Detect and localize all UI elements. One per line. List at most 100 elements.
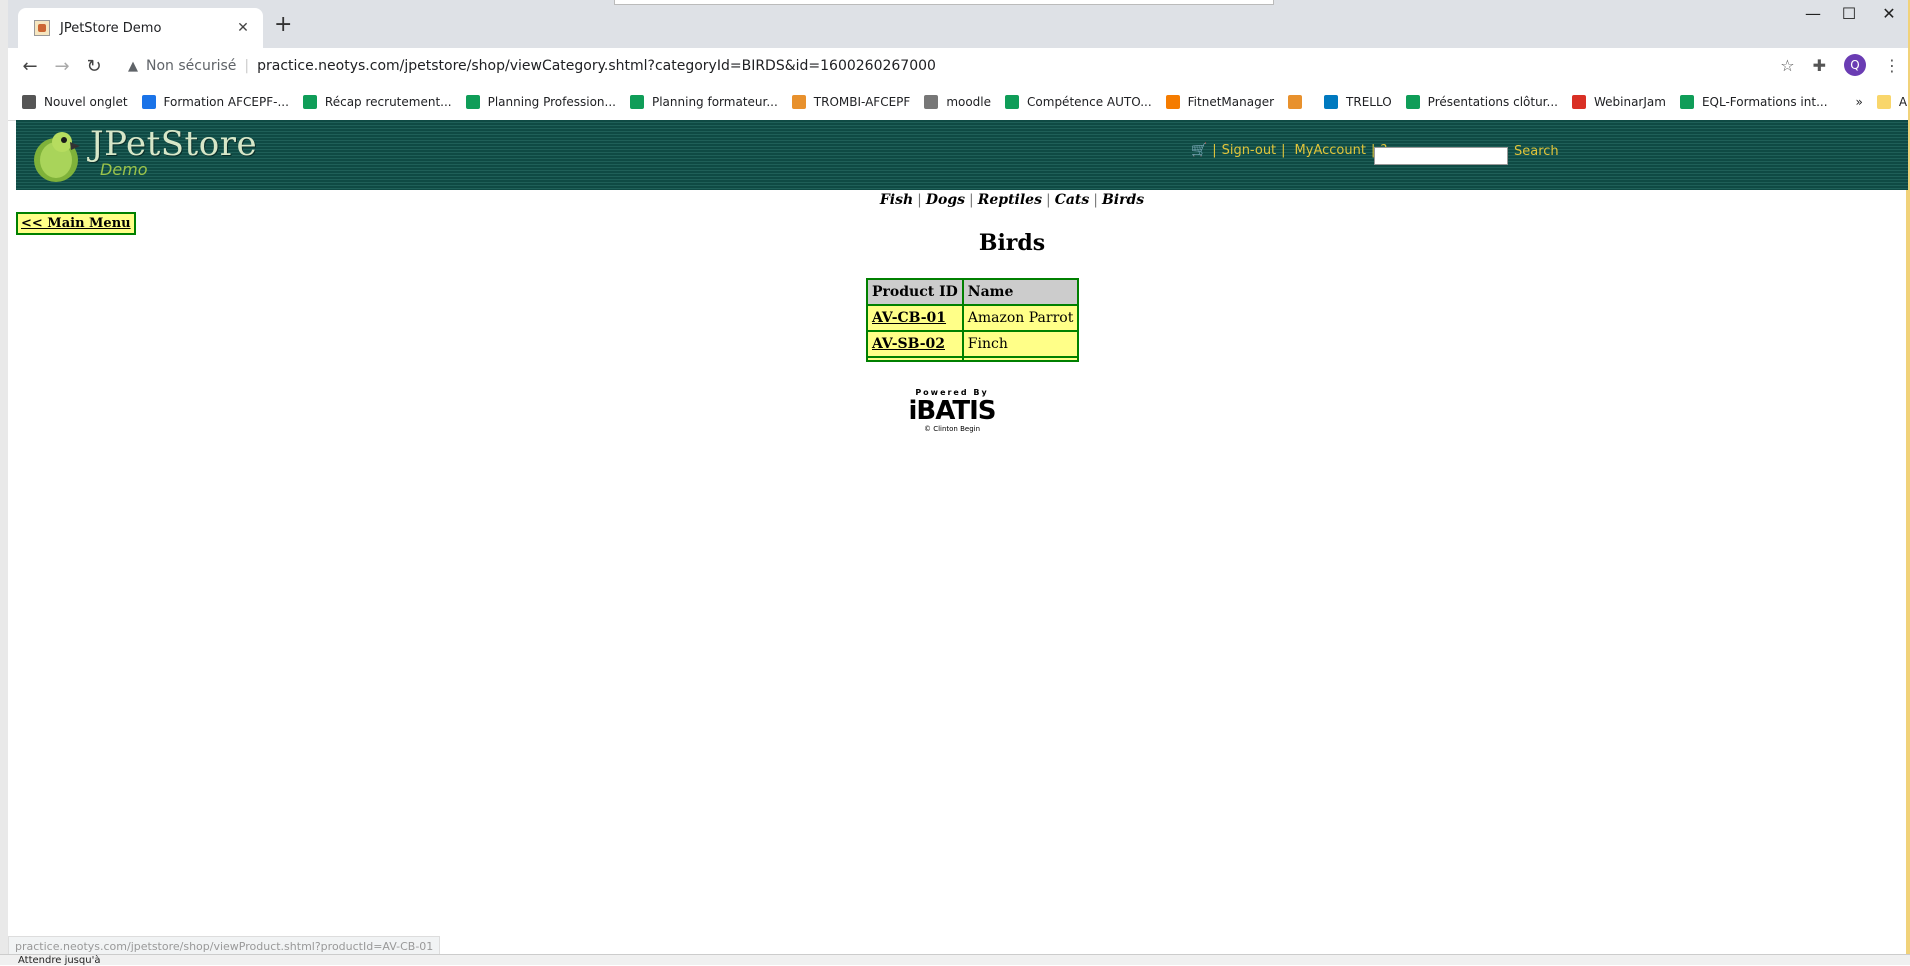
profile-avatar[interactable]: Q — [1844, 54, 1866, 76]
browser-chrome: JPetStore Demo ✕ + — ☐ ✕ ← → ↻ ▲ Non séc… — [8, 0, 1908, 121]
cart-icon[interactable]: 🛒 — [1191, 143, 1207, 158]
address-bar[interactable]: ▲ Non sécurisé | practice.neotys.com/jpe… — [120, 52, 1798, 80]
menu-icon[interactable]: ⋮ — [1884, 56, 1900, 75]
site-favicon-icon — [34, 20, 50, 36]
product-id-link[interactable]: AV-CB-01 — [866, 304, 964, 332]
column-header-name: Name — [961, 278, 1080, 306]
bookmark-item[interactable]: Formation AFCEPF-... — [141, 95, 289, 109]
bookmark-favicon-icon — [1405, 95, 1420, 109]
bookmark-item[interactable]: TRELLO — [1324, 95, 1392, 109]
bookmark-item[interactable]: Planning formateur... — [629, 95, 778, 109]
extensions-icon[interactable]: ✚ — [1813, 56, 1826, 75]
search-input[interactable] — [1374, 147, 1508, 165]
bookmark-label: Compétence AUTO... — [1027, 95, 1152, 109]
back-arrow-icon[interactable]: ← — [14, 56, 46, 77]
category-link-reptiles[interactable]: Reptiles — [978, 192, 1042, 208]
bookmark-item[interactable]: Récap recrutement... — [302, 95, 452, 109]
minimize-icon[interactable]: — — [1798, 4, 1828, 23]
category-link-cats[interactable]: Cats — [1055, 192, 1090, 208]
table-row: AV-CB-01 Amazon Parrot — [866, 304, 1080, 332]
bookmark-favicon-icon — [22, 95, 36, 109]
bookmark-item[interactable]: EQL-Formations int... — [1679, 95, 1828, 109]
bookmark-item[interactable]: Nouvel onglet — [22, 95, 128, 109]
other-bookmarks-label: Autres favoris — [1898, 95, 1908, 109]
tab-strip: JPetStore Demo ✕ + — ☐ ✕ — [8, 0, 1908, 48]
bookmark-favicon-icon — [1324, 95, 1339, 109]
separator: | — [1093, 192, 1098, 208]
ibatis-logo[interactable]: Powered By iBATIS © Clinton Begin — [908, 388, 997, 444]
table-header-row: Product ID Name — [866, 278, 1080, 306]
bookmark-label: WebinarJam — [1593, 95, 1666, 109]
bookmark-label: moodle — [946, 95, 992, 109]
forward-arrow-icon[interactable]: → — [46, 56, 78, 77]
bookmark-label: TRELLO — [1346, 95, 1392, 109]
ibatis-credit: © Clinton Begin — [923, 425, 981, 433]
browser-tab[interactable]: JPetStore Demo ✕ — [18, 8, 263, 48]
bookmark-item[interactable] — [1288, 95, 1310, 109]
category-link-birds[interactable]: Birds — [1102, 192, 1144, 208]
bookmark-favicon-icon — [1679, 95, 1694, 109]
page-title: Birds — [978, 230, 1046, 256]
bookmark-label: Récap recrutement... — [324, 95, 452, 109]
myaccount-link[interactable]: MyAccount — [1295, 143, 1366, 158]
close-window-icon[interactable]: ✕ — [1874, 4, 1904, 23]
search-button[interactable]: Search — [1514, 144, 1559, 159]
parrot-logo-icon[interactable] — [30, 126, 86, 184]
product-name: Amazon Parrot — [961, 304, 1080, 332]
warning-icon: ▲ — [128, 58, 138, 74]
omnibox-separator: | — [244, 58, 250, 74]
store-header: JPetStore Demo 🛒 | Sign-out | MyAccount … — [16, 120, 1908, 190]
other-bookmarks-folder[interactable]: Autres favoris — [1876, 95, 1908, 109]
close-tab-icon[interactable]: ✕ — [233, 20, 253, 36]
browser-toolbar: ← → ↻ ▲ Non sécurisé | practice.neotys.c… — [8, 48, 1908, 84]
bookmark-item[interactable]: Compétence AUTO... — [1005, 95, 1152, 109]
bookmark-label: Présentations clôtur... — [1427, 95, 1558, 109]
empty-cell — [866, 356, 964, 362]
bookmark-favicon-icon — [141, 95, 156, 109]
table-row: AV-SB-02 Finch — [866, 330, 1080, 358]
separator: | — [969, 192, 974, 208]
bookmark-favicon-icon — [791, 95, 806, 109]
bookmark-favicon-icon — [1571, 95, 1586, 109]
folder-icon — [1876, 95, 1891, 109]
bookmark-favicon-icon — [1288, 95, 1303, 109]
bookmark-star-icon[interactable]: ☆ — [1780, 56, 1794, 75]
bookmark-label: Nouvel onglet — [44, 95, 128, 109]
separator: | — [1045, 192, 1051, 208]
bookmarks-overflow-button[interactable]: » — [1856, 95, 1863, 109]
bookmark-label: Planning formateur... — [651, 95, 778, 109]
overlay-window-edge — [614, 0, 1274, 5]
header-links: 🛒 | Sign-out | MyAccount | ? — [1191, 143, 1387, 158]
url-text[interactable]: practice.neotys.com/jpetstore/shop/viewC… — [257, 58, 936, 74]
signout-link[interactable]: Sign-out — [1222, 143, 1277, 158]
empty-cell — [961, 356, 1080, 362]
toolbar-actions: ☆ ✚ Q ⋮ — [1780, 54, 1900, 76]
web-page: JPetStore Demo 🛒 | Sign-out | MyAccount … — [16, 120, 1908, 944]
maximize-icon[interactable]: ☐ — [1834, 4, 1864, 23]
bookmark-item[interactable]: Planning Profession... — [465, 95, 616, 109]
column-header-product-id: Product ID — [866, 278, 964, 306]
background-window-edge — [0, 0, 8, 964]
logo-text[interactable]: JPetStore — [90, 124, 257, 164]
bookmarks-bar: Nouvel onglet Formation AFCEPF-... Récap r… — [8, 84, 1908, 121]
separator: | — [1281, 143, 1286, 158]
new-tab-button[interactable]: + — [274, 12, 292, 37]
bookmark-favicon-icon — [629, 95, 644, 109]
bookmark-item[interactable]: FitnetManager — [1165, 95, 1274, 109]
bookmark-favicon-icon — [924, 95, 939, 109]
category-nav: Fish | Dogs | Reptiles | Cats | Birds — [16, 192, 1910, 208]
product-id-link[interactable]: AV-SB-02 — [866, 330, 964, 358]
bookmark-favicon-icon — [1005, 95, 1020, 109]
logo-subtitle: Demo — [100, 160, 148, 179]
status-bar-url: practice.neotys.com/jpetstore/shop/viewP… — [8, 936, 441, 956]
bookmark-label: Formation AFCEPF-... — [163, 95, 289, 109]
bookmark-item[interactable]: Présentations clôtur... — [1405, 95, 1558, 109]
bookmark-item[interactable]: TROMBI-AFCEPF — [791, 95, 910, 109]
reload-icon[interactable]: ↻ — [78, 56, 110, 77]
bookmark-item[interactable]: WebinarJam — [1571, 95, 1666, 109]
bookmark-label: Planning Profession... — [487, 95, 616, 109]
bookmark-item[interactable]: moodle — [924, 95, 991, 109]
category-link-dogs[interactable]: Dogs — [926, 192, 965, 208]
category-link-fish[interactable]: Fish — [880, 192, 913, 208]
separator: | — [1212, 143, 1217, 158]
